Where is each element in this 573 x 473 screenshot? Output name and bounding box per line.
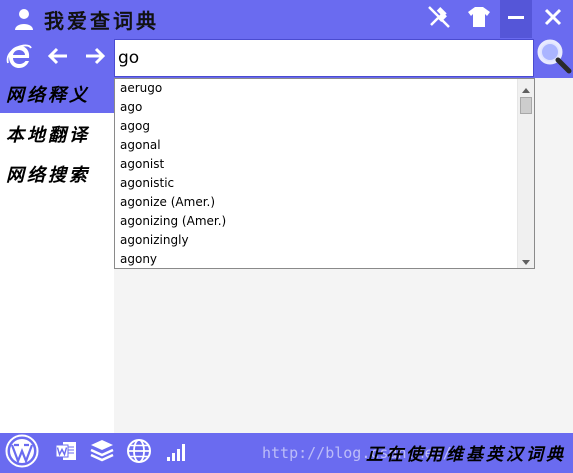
- layers-icon: [89, 438, 115, 468]
- forward-arrow-icon: [84, 46, 106, 70]
- scroll-up-arrow-icon: [522, 79, 530, 97]
- back-button[interactable]: [44, 44, 72, 72]
- minimize-icon: [507, 8, 525, 30]
- sidebar-item-label: 网络释义: [6, 85, 90, 106]
- browser-button[interactable]: [5, 44, 33, 72]
- sidebar-item-local-translate[interactable]: 本地翻译: [0, 118, 114, 153]
- ie-icon: [6, 43, 32, 73]
- sidebar: 网络释义 本地翻译 网络搜索: [0, 78, 114, 433]
- wordpress-icon: [5, 434, 39, 472]
- suggestion-item[interactable]: agonizing (Amer.): [115, 212, 518, 231]
- title-bar: 我爱查词典: [0, 0, 573, 38]
- close-icon: [544, 8, 562, 30]
- scroll-thumb[interactable]: [520, 97, 532, 114]
- suggestion-item[interactable]: agonist: [115, 155, 518, 174]
- scroll-up-button[interactable]: [518, 79, 534, 96]
- dropdown-scrollbar[interactable]: [517, 79, 534, 268]
- suggestion-item[interactable]: aerugo: [115, 79, 518, 98]
- scroll-down-arrow-icon: [522, 250, 530, 268]
- autocomplete-dropdown: aerugo ago agog agonal agonist agonistic…: [114, 78, 535, 269]
- wordpress-button[interactable]: [5, 434, 39, 472]
- globe-button[interactable]: [123, 437, 155, 469]
- sidebar-item-label: 本地翻译: [6, 125, 90, 146]
- suggestion-item[interactable]: agonize (Amer.): [115, 193, 518, 212]
- sidebar-item-web-definition[interactable]: 网络释义: [0, 78, 114, 113]
- forward-button[interactable]: [81, 44, 109, 72]
- close-button[interactable]: [537, 3, 569, 35]
- suggestion-item[interactable]: ago: [115, 98, 518, 117]
- minimize-button[interactable]: [500, 0, 532, 38]
- app-title: 我爱查词典: [44, 9, 159, 33]
- tshirt-icon: [467, 6, 491, 32]
- word-doc-button[interactable]: [50, 437, 82, 469]
- suggestion-item[interactable]: agony: [115, 250, 518, 268]
- user-icon: [12, 7, 36, 31]
- sidebar-item-web-search[interactable]: 网络搜索: [0, 158, 114, 193]
- word-doc-icon: [54, 439, 78, 467]
- sidebar-item-label: 网络搜索: [6, 165, 90, 186]
- pin-icon: [426, 4, 452, 34]
- globe-icon: [126, 438, 152, 468]
- signal-button[interactable]: [161, 437, 193, 469]
- back-arrow-icon: [47, 46, 69, 70]
- layers-button[interactable]: [86, 437, 118, 469]
- scroll-down-button[interactable]: [518, 251, 534, 268]
- skin-button[interactable]: [463, 3, 495, 35]
- search-button[interactable]: [535, 38, 573, 78]
- suggestion-item[interactable]: agog: [115, 117, 518, 136]
- suggestion-item[interactable]: agonistic: [115, 174, 518, 193]
- status-text: 正在使用维基英汉词典: [366, 445, 566, 465]
- signal-icon: [166, 440, 188, 466]
- search-magnifier-icon: [536, 38, 572, 78]
- suggestion-item[interactable]: agonal: [115, 136, 518, 155]
- pin-button[interactable]: [423, 3, 455, 35]
- suggestion-item[interactable]: agonizingly: [115, 231, 518, 250]
- search-input[interactable]: [114, 39, 534, 77]
- suggestion-list: aerugo ago agog agonal agonist agonistic…: [115, 79, 518, 268]
